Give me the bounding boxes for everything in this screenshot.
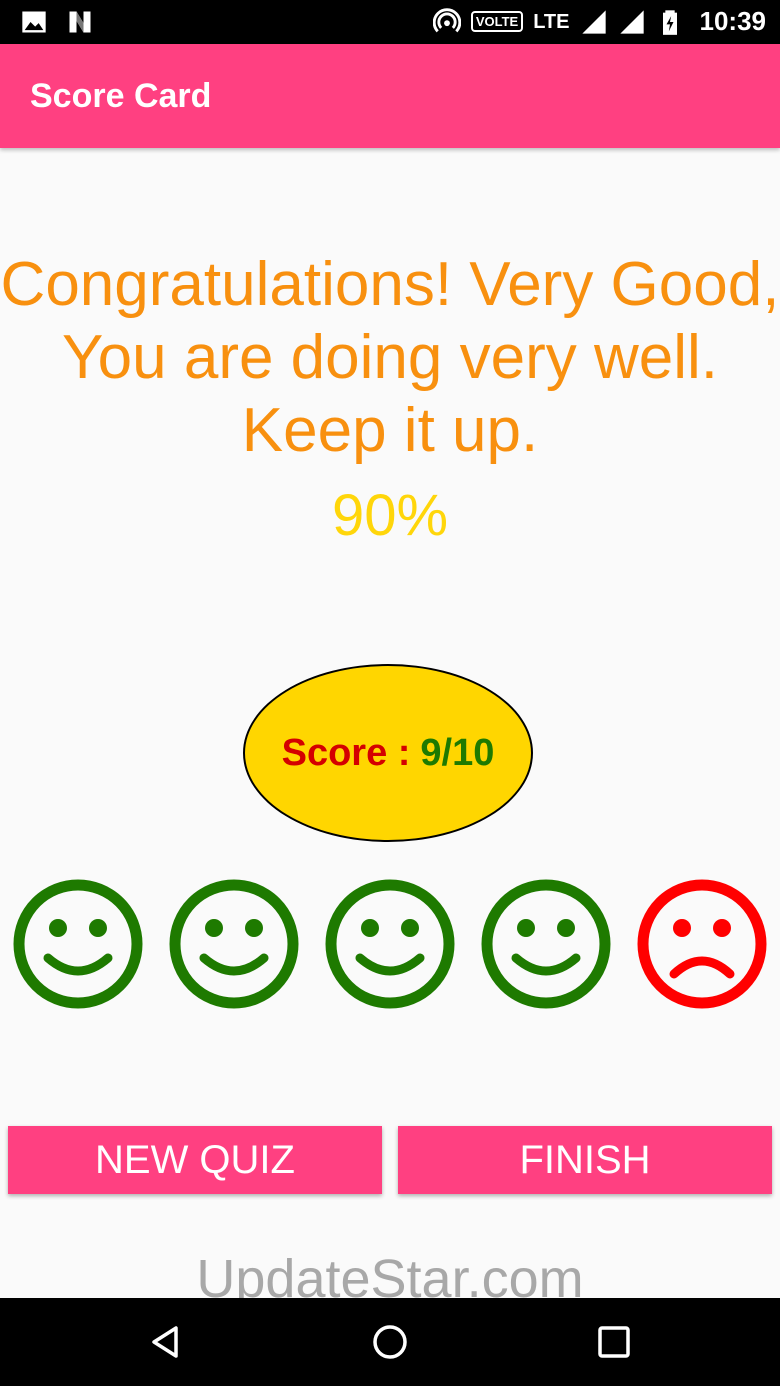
- new-quiz-button[interactable]: NEW QUIZ: [8, 1126, 382, 1194]
- signal-icon: [581, 9, 606, 34]
- message-line-3: Keep it up.: [241, 396, 539, 465]
- smile-face-icon: [13, 879, 143, 1009]
- status-bar: VOLTE LTE 10:39: [0, 0, 780, 44]
- clock: 10:39: [699, 6, 767, 36]
- volte-badge: VOLTE: [470, 11, 524, 32]
- back-icon[interactable]: [146, 1322, 186, 1362]
- recents-icon[interactable]: [594, 1322, 634, 1362]
- score-label: Score :: [281, 731, 411, 774]
- frown-face-icon: [637, 879, 767, 1009]
- nav-bar: [0, 1298, 780, 1386]
- lte-icon: LTE: [533, 10, 570, 33]
- signal-icon: [619, 9, 644, 34]
- image-icon: [22, 11, 46, 33]
- smile-face-icon: [481, 879, 611, 1009]
- score-oval: Score : 9/10: [243, 664, 533, 842]
- n-icon: [69, 11, 91, 33]
- smile-face-icon: [169, 879, 299, 1009]
- app-title: Score Card: [30, 77, 212, 115]
- smile-face-icon: [325, 879, 455, 1009]
- score-value: 9/10: [420, 731, 495, 774]
- answer-faces: [0, 878, 780, 1010]
- battery-icon: [662, 9, 677, 35]
- message-line-1: Congratulations! Very Good,: [0, 250, 780, 319]
- result-message: Congratulations! Very Good, You are doin…: [0, 248, 780, 467]
- score-percent: 90%: [331, 483, 449, 548]
- hotspot-icon: [432, 7, 461, 32]
- finish-button[interactable]: FINISH: [398, 1126, 772, 1194]
- home-icon[interactable]: [370, 1322, 410, 1362]
- message-line-2: You are doing very well.: [62, 323, 718, 392]
- app-bar: Score Card: [0, 44, 780, 148]
